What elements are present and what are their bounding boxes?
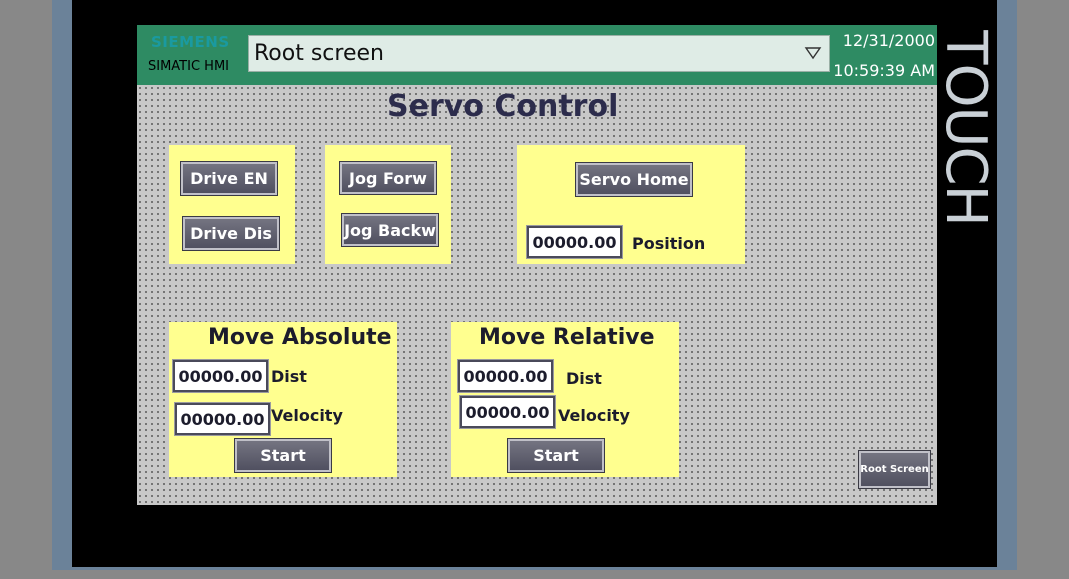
drive-disable-button[interactable]: Drive Dis bbox=[182, 216, 280, 251]
relative-dist-label: Dist bbox=[566, 369, 602, 388]
absolute-velocity-field[interactable]: 00000.00 bbox=[174, 402, 271, 436]
jog-forward-button[interactable]: Jog Forw bbox=[339, 161, 437, 195]
screen-selector[interactable]: Root screen bbox=[248, 35, 830, 72]
jog-backward-button[interactable]: Jog Backw bbox=[341, 213, 439, 247]
device-brand: TOUCH bbox=[930, 20, 998, 235]
brand-text: TOUCH bbox=[933, 30, 998, 226]
relative-dist-field[interactable]: 00000.00 bbox=[457, 359, 554, 393]
move-absolute-panel: Move Absolute 00000.00 Dist 00000.00 Vel… bbox=[169, 322, 397, 477]
move-absolute-title: Move Absolute bbox=[208, 325, 392, 350]
absolute-velocity-label: Velocity bbox=[271, 406, 343, 425]
hmi-header: SIEMENS SIMATIC HMI Root screen 12/31/20… bbox=[137, 25, 937, 85]
relative-start-button[interactable]: Start bbox=[507, 438, 605, 473]
page-title: Servo Control bbox=[387, 89, 619, 124]
absolute-dist-label: Dist bbox=[271, 367, 307, 386]
absolute-dist-field[interactable]: 00000.00 bbox=[172, 359, 269, 393]
position-label: Position bbox=[632, 234, 706, 253]
screen-selector-value: Root screen bbox=[254, 41, 384, 66]
relative-velocity-field[interactable]: 00000.00 bbox=[459, 395, 556, 429]
root-screen-button[interactable]: Root Screen bbox=[858, 450, 931, 489]
position-field[interactable]: 00000.00 bbox=[526, 225, 623, 259]
chevron-down-icon bbox=[804, 47, 822, 60]
move-relative-panel: Move Relative 00000.00 Dist 00000.00 Vel… bbox=[451, 322, 679, 477]
clock-date: 12/31/2000 bbox=[842, 31, 935, 50]
drive-panel: Drive EN Drive Dis bbox=[169, 145, 295, 264]
absolute-start-button[interactable]: Start bbox=[234, 438, 332, 473]
servo-home-button[interactable]: Servo Home bbox=[575, 162, 693, 197]
move-relative-title: Move Relative bbox=[479, 325, 655, 350]
servo-home-panel: Servo Home 00000.00 Position bbox=[517, 145, 745, 264]
screen-workspace: Servo Control Drive EN Drive Dis Jog For… bbox=[137, 85, 937, 505]
simatic-hmi-logo: SIMATIC HMI bbox=[148, 59, 229, 74]
relative-velocity-label: Velocity bbox=[558, 406, 630, 425]
jog-panel: Jog Forw Jog Backw bbox=[325, 145, 451, 264]
clock-time: 10:59:39 AM bbox=[833, 61, 935, 80]
drive-enable-button[interactable]: Drive EN bbox=[180, 161, 278, 196]
siemens-logo: SIEMENS bbox=[151, 33, 230, 51]
